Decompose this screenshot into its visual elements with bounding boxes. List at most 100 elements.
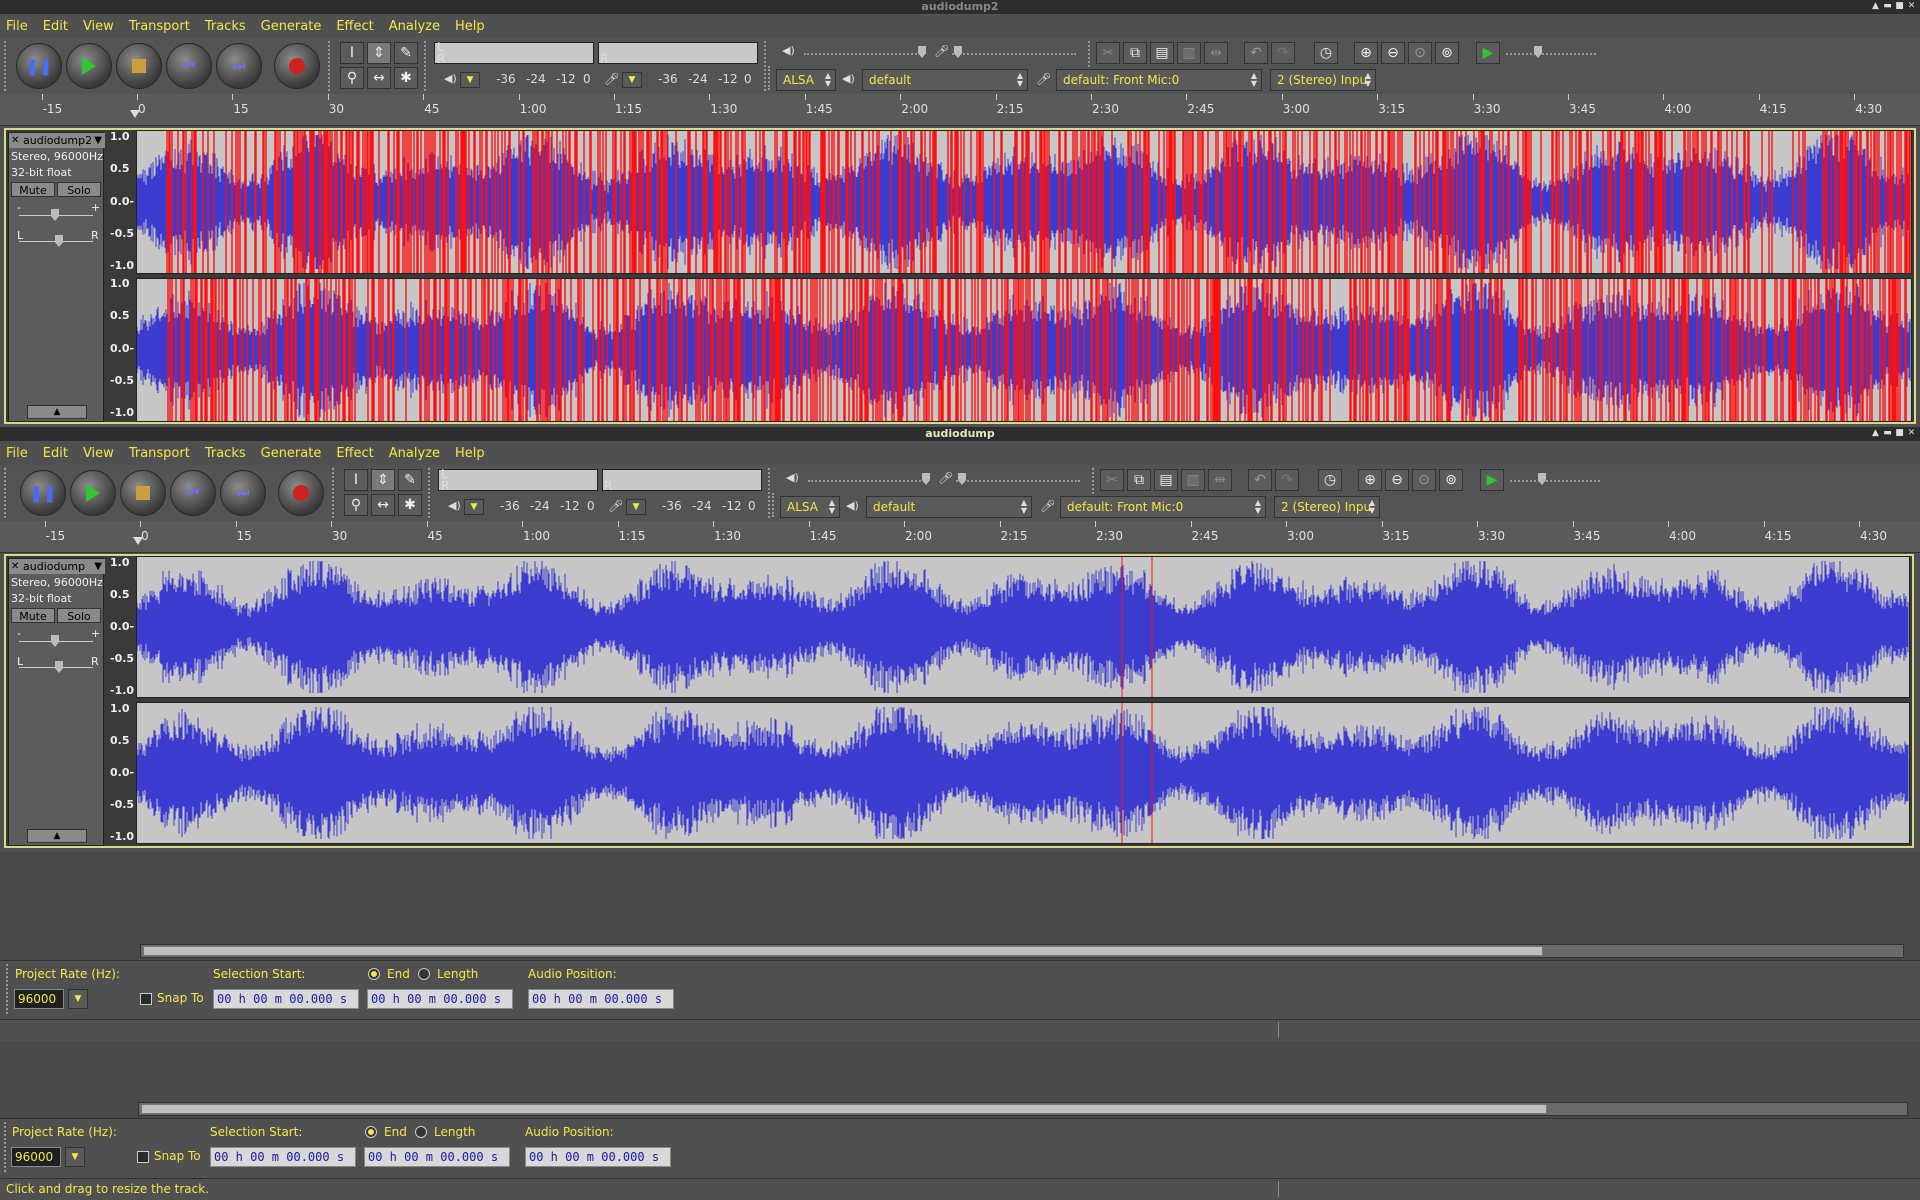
slider-knob[interactable] (55, 661, 63, 673)
toolbar-grip[interactable] (328, 41, 332, 91)
stop-button[interactable] (116, 43, 162, 89)
waveform-right-channel[interactable] (136, 702, 1910, 844)
project-rate-input[interactable]: 96000 (11, 1147, 61, 1167)
length-radio[interactable] (418, 968, 430, 980)
skip-start-button[interactable]: ⏮ (170, 470, 216, 516)
record-button[interactable] (278, 470, 324, 516)
snap-to-checkbox[interactable] (137, 1151, 149, 1163)
play-at-speed-icon[interactable]: ▶ (1480, 469, 1504, 491)
play-speed-slider[interactable] (1506, 53, 1596, 55)
waveform-left-channel[interactable] (136, 130, 1912, 274)
output-device-select[interactable]: default ▲ ▼ (862, 69, 1028, 91)
sync-lock-icon[interactable]: ◷ (1318, 469, 1342, 491)
zoom-out-icon[interactable]: ⊖ (1385, 469, 1409, 491)
project-rate-input[interactable]: 96000 (14, 989, 64, 1009)
menu-view[interactable]: View (83, 446, 114, 461)
slider-knob[interactable] (918, 46, 926, 58)
fit-selection-icon[interactable]: ⊙ (1412, 469, 1436, 491)
selection-tool-icon[interactable]: I (344, 469, 368, 491)
sync-lock-icon[interactable]: ◷ (1314, 42, 1338, 64)
waveform-right-channel[interactable] (136, 278, 1912, 422)
mute-button[interactable]: Mute (11, 182, 55, 197)
skip-end-button[interactable]: ⏭ (220, 470, 266, 516)
maximize-icon[interactable]: ▲ (1871, 2, 1880, 11)
toolbar-grip[interactable] (428, 468, 432, 518)
host-select[interactable]: ALSA ▲ ▼ (776, 69, 836, 91)
toolbar-grip[interactable] (332, 468, 336, 518)
snap-to-checkbox[interactable] (140, 993, 152, 1005)
toolbar-grip[interactable] (424, 41, 428, 91)
close-icon[interactable]: ✕ (1907, 429, 1916, 438)
restore-icon[interactable]: ■ (1895, 429, 1904, 438)
menu-generate[interactable]: Generate (261, 19, 322, 34)
playback-meter[interactable] (598, 42, 758, 64)
menu-analyze[interactable]: Analyze (389, 19, 440, 34)
cut-icon[interactable]: ✂ (1100, 469, 1124, 491)
play-button[interactable] (70, 470, 116, 516)
record-volume-slider[interactable] (952, 53, 1076, 55)
menu-effect[interactable]: Effect (336, 446, 373, 461)
length-radio[interactable] (415, 1126, 427, 1138)
menu-help[interactable]: Help (455, 446, 485, 461)
timeline-ruler[interactable]: -15 0 15 30 45 1:00 1:15 1:30 1:45 2:00 2:15 2:30 2:… (0, 521, 1920, 553)
record-meter[interactable] (438, 469, 598, 491)
playback-volume-slider[interactable] (808, 480, 928, 482)
menu-file[interactable]: File (6, 446, 28, 461)
restore-icon[interactable]: ■ (1895, 2, 1904, 11)
close-icon[interactable]: ✕ (1907, 2, 1916, 11)
menu-file[interactable]: File (6, 19, 28, 34)
audio-position-input[interactable]: 00 h 00 m 00.000 s (528, 989, 674, 1009)
pause-button[interactable]: ❚❚ (16, 43, 62, 89)
fit-selection-icon[interactable]: ⊙ (1408, 42, 1432, 64)
multi-tool-icon[interactable]: ✱ (398, 494, 422, 516)
scrollbar-thumb[interactable] (141, 1104, 1547, 1114)
toolbar-grip[interactable] (6, 964, 10, 1014)
menu-transport[interactable]: Transport (129, 446, 190, 461)
slider-knob[interactable] (1534, 46, 1542, 58)
fit-project-icon[interactable]: ⊚ (1439, 469, 1463, 491)
playback-meter[interactable] (602, 469, 762, 491)
selection-tool-icon[interactable]: I (340, 42, 364, 64)
undo-icon[interactable]: ↶ (1248, 469, 1272, 491)
zoom-out-icon[interactable]: ⊖ (1381, 42, 1405, 64)
selection-start-input[interactable]: 00 h 00 m 00.000 s (213, 989, 359, 1009)
multi-tool-icon[interactable]: ✱ (394, 67, 418, 89)
play-speed-slider[interactable] (1510, 480, 1600, 482)
track-name-button[interactable]: ✕ audiodump2 ▼ (9, 133, 105, 148)
menu-effect[interactable]: Effect (336, 19, 373, 34)
timeline-ruler[interactable]: -15 0 15 30 45 1:00 1:15 1:30 1:45 2:00 2:15 2:30 2:… (0, 94, 1920, 126)
chevron-down-icon[interactable]: ▼ (626, 499, 646, 515)
record-meter[interactable] (434, 42, 594, 64)
input-device-select[interactable]: default: Front Mic:0 ▲ ▼ (1060, 496, 1266, 518)
zoom-tool-icon[interactable]: ⚲ (344, 494, 368, 516)
chevron-down-icon[interactable]: ▼ (94, 133, 102, 148)
skip-end-button[interactable]: ⏭ (216, 43, 262, 89)
draw-tool-icon[interactable]: ✎ (394, 42, 418, 64)
chevron-down-icon[interactable]: ▼ (68, 989, 88, 1009)
chevron-down-icon[interactable]: ▼ (622, 72, 642, 88)
toolbar-grip[interactable] (4, 41, 8, 91)
draw-tool-icon[interactable]: ✎ (398, 469, 422, 491)
record-volume-slider[interactable] (956, 480, 1080, 482)
zoom-in-icon[interactable]: ⊕ (1358, 469, 1382, 491)
menu-tracks[interactable]: Tracks (205, 446, 246, 461)
host-select[interactable]: ALSA ▲ ▼ (780, 496, 840, 518)
microphone-icon[interactable]: 🎤︎ (608, 499, 623, 513)
minimize-icon[interactable]: ▬ (1883, 429, 1892, 438)
copy-icon[interactable]: ⧉ (1123, 42, 1147, 64)
play-button[interactable] (66, 43, 112, 89)
record-button[interactable] (274, 43, 320, 89)
slider-knob[interactable] (922, 473, 930, 485)
cut-icon[interactable]: ✂ (1096, 42, 1120, 64)
solo-button[interactable]: Solo (57, 182, 101, 197)
audio-position-input[interactable]: 00 h 00 m 00.000 s (525, 1147, 671, 1167)
slider-knob[interactable] (51, 635, 59, 647)
horizontal-scrollbar[interactable] (138, 1102, 1908, 1116)
track-name-button[interactable]: ✕ audiodump ▼ (9, 559, 105, 574)
selection-end-input[interactable]: 00 h 00 m 00.000 s (364, 1147, 510, 1167)
slider-knob[interactable] (51, 209, 59, 221)
chevron-down-icon[interactable]: ▼ (464, 499, 484, 515)
track-control-panel[interactable]: ✕ audiodump2 ▼ Stereo, 96000Hz 32-bit floa… (8, 132, 105, 422)
timeshift-tool-icon[interactable]: ↔ (367, 67, 391, 89)
fit-project-icon[interactable]: ⊚ (1435, 42, 1459, 64)
